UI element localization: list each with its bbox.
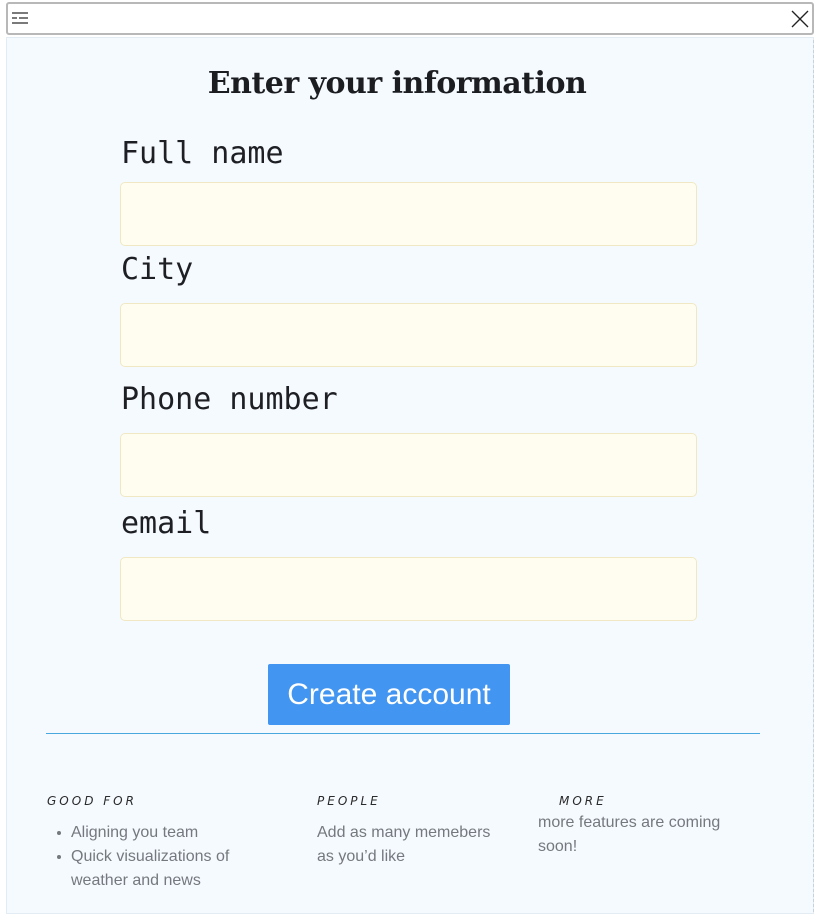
city-field[interactable]	[120, 303, 697, 367]
divider	[46, 733, 760, 734]
good-for-list: Aligning you team Quick visualizations o…	[47, 821, 247, 893]
more-text: more features are coming soon!	[538, 814, 721, 855]
full-name-field[interactable]	[120, 182, 697, 246]
create-account-button[interactable]: Create account	[268, 664, 510, 725]
city-label: City	[121, 252, 194, 287]
app-window: Enter your information Full name City Ph…	[6, 2, 816, 915]
people-text: Add as many memebers as you’d like	[317, 824, 491, 865]
good-for-heading: GOOD FOR	[47, 794, 137, 808]
email-field[interactable]	[120, 557, 697, 621]
page-title: Enter your information	[207, 66, 587, 101]
people-heading: PEOPLE	[317, 794, 381, 808]
more-heading: MORE	[559, 794, 607, 808]
phone-number-label: Phone number	[121, 382, 338, 417]
form-panel: Enter your information Full name City Ph…	[6, 37, 814, 914]
full-name-label: Full name	[121, 136, 284, 171]
email-label: email	[121, 506, 212, 541]
title-bar	[6, 2, 814, 35]
window-edge	[813, 40, 814, 912]
menu-icon[interactable]	[10, 10, 30, 28]
list-item: Aligning you team	[47, 821, 247, 845]
phone-number-field[interactable]	[120, 433, 697, 497]
close-icon[interactable]	[790, 9, 810, 29]
list-item: Quick visualizations of weather and news	[47, 845, 247, 893]
